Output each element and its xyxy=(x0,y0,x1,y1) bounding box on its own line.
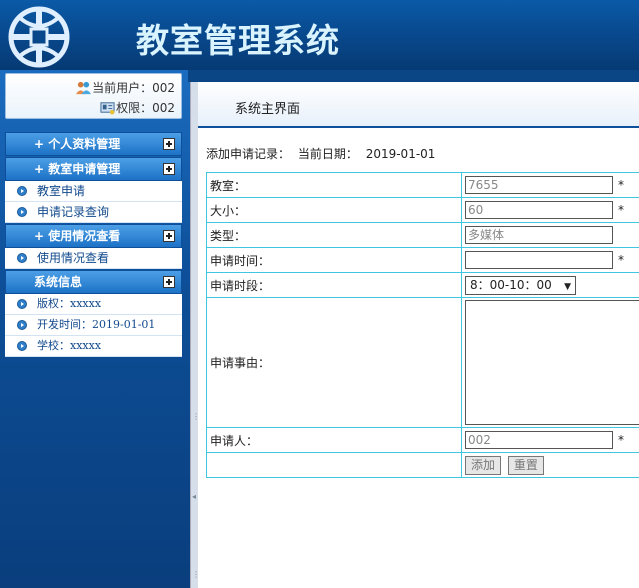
user-info-box: 当前用户： 002 权限： 002 xyxy=(5,73,182,119)
menu-item-label: 使用情况查看 xyxy=(37,251,110,265)
required-mark: * xyxy=(618,253,624,267)
size-label: 大小： xyxy=(206,197,462,223)
current-user-line: 当前用户： 002 xyxy=(76,79,175,96)
permission-card-icon xyxy=(100,102,115,115)
info-item-school: 学校：xxxxx xyxy=(5,336,182,357)
menu-section-label: 系统信息 xyxy=(34,275,83,289)
menu-section-usage[interactable]: + 使用情况查看 xyxy=(5,224,182,248)
bullet-icon xyxy=(17,341,27,351)
menu-section-label: + 使用情况查看 xyxy=(34,229,121,243)
expand-icon[interactable] xyxy=(163,138,175,150)
main-content: 添加申请记录： 当前日期： 2019-01-01 教室： 7655 * 大小： 6… xyxy=(198,128,639,588)
date-label: 当前日期： xyxy=(297,147,358,161)
required-mark: * xyxy=(618,433,624,447)
required-mark: * xyxy=(618,203,624,217)
menu-section-label: + 个人资料管理 xyxy=(34,137,121,151)
expand-icon[interactable] xyxy=(163,276,175,288)
form-row-period: 申请时段： 8：00-10：00 ▼ xyxy=(206,272,639,298)
reset-button[interactable]: 重置 xyxy=(507,455,544,475)
form-row-actions: 添加 重置 xyxy=(206,452,639,478)
current-user-label: 当前用户： xyxy=(92,81,153,95)
expand-icon[interactable] xyxy=(163,163,175,175)
record-heading: 添加申请记录： 当前日期： 2019-01-01 xyxy=(206,145,439,162)
required-mark: * xyxy=(618,178,624,192)
menu-section-label: + 教室申请管理 xyxy=(34,162,121,176)
dropdown-arrow-icon: ▼ xyxy=(564,281,571,292)
actions-spacer xyxy=(206,452,462,478)
period-select-value: 8：00-10：00 xyxy=(470,277,552,292)
type-label: 类型： xyxy=(206,222,462,248)
reason-label: 申请事由： xyxy=(206,297,462,428)
top-bar: 系统主界面 xyxy=(188,70,639,128)
menu-section-classroom-apply[interactable]: + 教室申请管理 xyxy=(5,157,182,181)
bullet-icon xyxy=(17,253,27,263)
header-strip xyxy=(188,70,639,82)
menu-item-label: 申请记录查询 xyxy=(37,205,110,219)
form-row-size: 大小： 60 * xyxy=(206,197,639,223)
menu-item-usage-view[interactable]: 使用情况查看 xyxy=(5,248,182,269)
apply-time-label: 申请时间： xyxy=(206,247,462,273)
tab-main-label: 系统主界面 xyxy=(235,102,301,117)
size-input[interactable]: 60 xyxy=(465,201,613,219)
current-user-value: 002 xyxy=(152,80,175,95)
bullet-icon xyxy=(17,186,27,196)
reason-textarea[interactable] xyxy=(465,300,639,425)
app-title: 教室管理系统 xyxy=(136,21,340,60)
info-item-dev-time: 开发时间：2019-01-01 xyxy=(5,315,182,336)
side-menu: + 个人资料管理 + 教室申请管理 教室申请 申请记录查询 + 使用情况查看 使… xyxy=(5,131,182,357)
logo-icon xyxy=(8,6,70,68)
info-item-label: 开发时间：2019-01-01 xyxy=(37,318,156,331)
type-input[interactable]: 多媒体 xyxy=(465,226,613,244)
form-row-applicant: 申请人： 002 * xyxy=(206,427,639,453)
menu-item-record-query[interactable]: 申请记录查询 xyxy=(5,202,182,223)
current-date: 2019-01-01 xyxy=(365,147,436,161)
form-row-type: 类型： 多媒体 xyxy=(206,222,639,248)
menu-item-label: 教室申请 xyxy=(37,184,86,198)
info-item-label: 学校：xxxxx xyxy=(37,339,102,352)
bullet-icon xyxy=(17,207,27,217)
collapse-arrow-icon[interactable]: ◂ xyxy=(192,492,197,502)
form-row-classroom: 教室： 7655 * xyxy=(206,172,639,198)
info-item-label: 版权：xxxxx xyxy=(37,297,102,310)
menu-section-profile[interactable]: + 个人资料管理 xyxy=(5,132,182,156)
panel-splitter[interactable]: ⋮ ◂ ⋮ xyxy=(190,70,200,588)
permission-label: 权限： xyxy=(116,101,153,115)
add-button[interactable]: 添加 xyxy=(465,455,502,475)
grip-icon: ⋮ xyxy=(192,570,200,579)
header-banner: 教室管理系统 xyxy=(0,0,639,70)
form-row-reason: 申请事由： xyxy=(206,297,639,428)
menu-item-classroom-apply[interactable]: 教室申请 xyxy=(5,181,182,202)
period-label: 申请时段： xyxy=(206,272,462,298)
bullet-icon xyxy=(17,299,27,309)
apply-time-input[interactable] xyxy=(465,251,613,269)
classroom-input[interactable]: 7655 xyxy=(465,176,613,194)
info-item-copyright: 版权：xxxxx xyxy=(5,294,182,315)
permission-line: 权限： 002 xyxy=(100,99,175,116)
bullet-icon xyxy=(17,320,27,330)
permission-value: 002 xyxy=(152,100,175,115)
applicant-label: 申请人： xyxy=(206,427,462,453)
period-select[interactable]: 8：00-10：00 ▼ xyxy=(465,275,576,295)
form-row-apply-time: 申请时间： * xyxy=(206,247,639,273)
grip-icon: ⋮ xyxy=(192,412,200,421)
application-form: 教室： 7655 * 大小： 60 * 类型： 多媒体 申请时间： * 申请时段… xyxy=(206,172,639,478)
record-heading-label: 添加申请记录： xyxy=(206,147,291,161)
tab-main[interactable]: 系统主界面 xyxy=(198,82,639,128)
left-panel: 当前用户： 002 权限： 002 + 个人资料管理 + 教室申请管理 教室申请… xyxy=(0,70,190,588)
classroom-label: 教室： xyxy=(206,172,462,198)
users-icon xyxy=(76,81,92,95)
menu-section-system-info[interactable]: 系统信息 xyxy=(5,270,182,294)
expand-icon[interactable] xyxy=(163,230,175,242)
app-window: 教室管理系统 当前用户： 002 权限： 002 + 个人资料管理 + 教室申请… xyxy=(0,0,639,588)
applicant-input[interactable]: 002 xyxy=(465,431,613,449)
